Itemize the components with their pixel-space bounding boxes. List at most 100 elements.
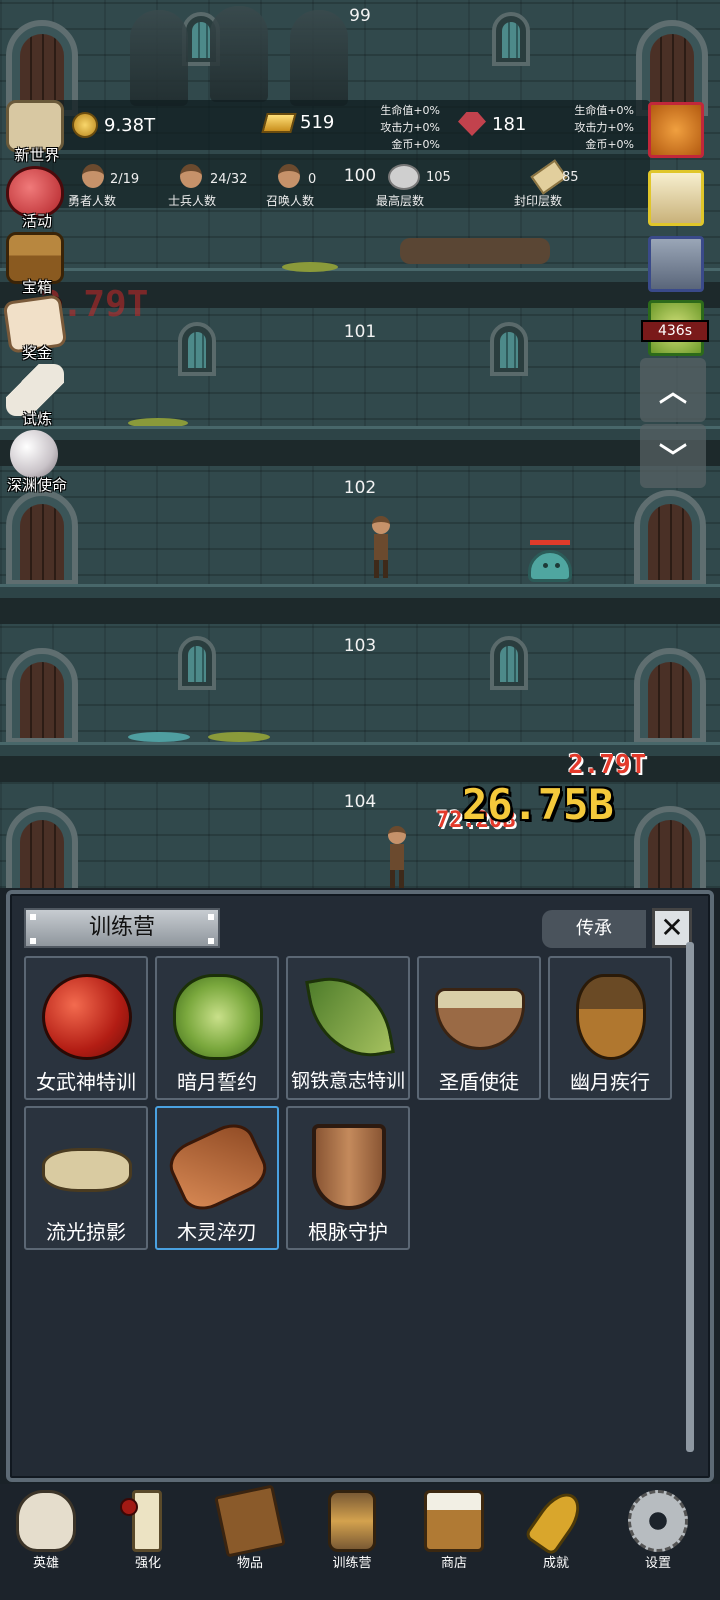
damage-number-small: 2.79T — [568, 750, 647, 780]
training-item-card[interactable]: 女武神特训 — [24, 956, 148, 1100]
mug-icon — [424, 1490, 484, 1552]
bonus-line: 金币+0% — [391, 138, 440, 151]
floor-ledge — [0, 584, 720, 598]
scroll-up-button[interactable]: ︿ — [640, 358, 706, 422]
gold-bar-icon — [261, 112, 297, 133]
training-item-name: 钢铁意志特训 — [290, 1070, 405, 1092]
gold-counter: 9.38T — [72, 112, 155, 138]
acorn-icon — [576, 974, 646, 1060]
bowl-icon — [435, 988, 525, 1050]
chevron-up-icon: ︿ — [658, 375, 687, 408]
window — [178, 636, 216, 690]
notification-dot — [120, 1498, 138, 1516]
nav-label: 商店 — [440, 1556, 467, 1571]
scroll-event-button[interactable] — [648, 236, 704, 292]
floor-ledge — [0, 268, 720, 282]
bonus-line: 攻击力+0% — [574, 121, 634, 134]
door — [6, 490, 78, 586]
stat-value: 85 — [562, 170, 579, 185]
training-item-card[interactable]: 暗月誓约 — [155, 956, 279, 1100]
nav-label: 物品 — [236, 1556, 263, 1571]
training-item-name: 根脉守护 — [308, 1220, 388, 1244]
candle-event-button[interactable] — [648, 170, 704, 226]
training-item-card[interactable]: 幽月疾行 — [548, 956, 672, 1100]
nav-settings[interactable]: 设置 — [608, 1490, 708, 1590]
gear-icon — [628, 1490, 688, 1552]
floor-number: 102 — [343, 478, 377, 498]
training-item-name: 暗月誓约 — [177, 1070, 257, 1094]
menu-label: 试炼 — [21, 410, 52, 428]
door — [634, 806, 706, 888]
red-gem-icon — [458, 112, 486, 136]
nav-shop[interactable]: 商店 — [404, 1490, 504, 1590]
bonus-line: 生命值+0% — [574, 104, 634, 117]
training-item-card[interactable]: 根脉守护 — [286, 1106, 410, 1250]
abyss-mission-button[interactable]: 深渊使命 — [0, 430, 74, 496]
panel-title: 训练营 — [24, 908, 220, 948]
training-item-name: 圣盾使徒 — [439, 1070, 519, 1094]
cabbage-icon — [173, 974, 263, 1060]
training-item-card[interactable]: 圣盾使徒 — [417, 956, 541, 1100]
menu-label: 奖金 — [21, 344, 52, 362]
reaper-enemy — [130, 10, 188, 106]
training-item-name: 女武神特训 — [36, 1070, 136, 1094]
bottom-navigation: 英雄 强化 物品 训练营 商店 成就 设置 — [0, 1484, 720, 1600]
trial-button[interactable]: 试炼 — [0, 364, 74, 430]
gem-counter: 181 — [458, 112, 526, 136]
shield-icon — [312, 1124, 386, 1210]
gold-amount: 9.38T — [104, 114, 156, 136]
menu-label: 宝箱 — [21, 278, 52, 296]
floor-number: 101 — [343, 322, 377, 342]
new-world-button[interactable]: 新世界 — [0, 100, 74, 166]
lantern-icon — [328, 1490, 376, 1552]
nav-training-camp[interactable]: 训练营 — [302, 1490, 402, 1590]
door — [6, 648, 78, 744]
enemy-health-bar — [530, 540, 570, 545]
panel-scrollbar[interactable] — [686, 942, 694, 1452]
nav-label: 设置 — [644, 1556, 671, 1571]
training-item-card[interactable]: 流光掠影 — [24, 1106, 148, 1250]
apple-icon — [42, 974, 132, 1060]
stat-label: 封印层数 — [514, 194, 563, 208]
training-item-name: 流光掠影 — [46, 1220, 126, 1244]
inherit-button[interactable]: 传承 — [542, 910, 646, 948]
floor-gap — [0, 440, 720, 466]
training-camp-panel: 训练营 传承 ✕ 女武神特训 暗月誓约 钢铁意志特训 圣盾使徒 幽月疾行 流光掠… — [6, 890, 714, 1482]
chest-button[interactable]: 宝箱 — [0, 232, 74, 298]
stat-label: 勇者人数 — [68, 194, 117, 208]
training-item-card[interactable]: 钢铁意志特训 — [286, 956, 410, 1100]
nav-items[interactable]: 物品 — [200, 1484, 300, 1590]
nav-label: 成就 — [542, 1556, 569, 1571]
bonus-line: 攻击力+0% — [380, 121, 440, 134]
fallen-warrior — [400, 238, 550, 264]
nav-heroes[interactable]: 英雄 — [0, 1490, 96, 1590]
door — [634, 490, 706, 586]
floor-number: 103 — [343, 636, 377, 656]
bonus-line: 金币+0% — [585, 138, 634, 151]
nav-label: 训练营 — [332, 1556, 372, 1571]
bonus-button[interactable]: 奖金 — [0, 294, 74, 364]
leaf-icon — [305, 968, 395, 1066]
stat-label: 士兵人数 — [168, 194, 217, 208]
menu-label: 深渊使命 — [6, 476, 67, 494]
slime-enemy — [528, 550, 572, 582]
skull-icon — [16, 1490, 76, 1552]
bone-icon — [42, 1148, 132, 1192]
event-button[interactable]: 活动 — [0, 166, 74, 232]
door — [634, 648, 706, 744]
nav-enhance[interactable]: 强化 — [98, 1490, 198, 1590]
damage-number-big: 26.75B — [462, 780, 614, 829]
gold-bar-amount: 519 — [300, 112, 335, 133]
scroll-down-button[interactable]: ﹀ — [640, 424, 706, 488]
reaper-enemy — [210, 6, 268, 102]
bonus-line: 生命值+0% — [380, 104, 440, 117]
training-item-card-selected[interactable]: 木灵淬刃 — [155, 1106, 279, 1250]
pearl-icon — [10, 430, 58, 478]
nav-label: 英雄 — [32, 1556, 59, 1571]
reward-timer: 436s — [641, 320, 709, 342]
nav-achievements[interactable]: 成就 — [506, 1485, 606, 1590]
slime-puddle — [128, 732, 190, 742]
pumpkin-button[interactable] — [648, 102, 704, 158]
hero-character — [384, 826, 408, 888]
tower-view[interactable]: 99 2.79T 101 102 103 104 2.79T 72.20B 26… — [0, 0, 720, 888]
